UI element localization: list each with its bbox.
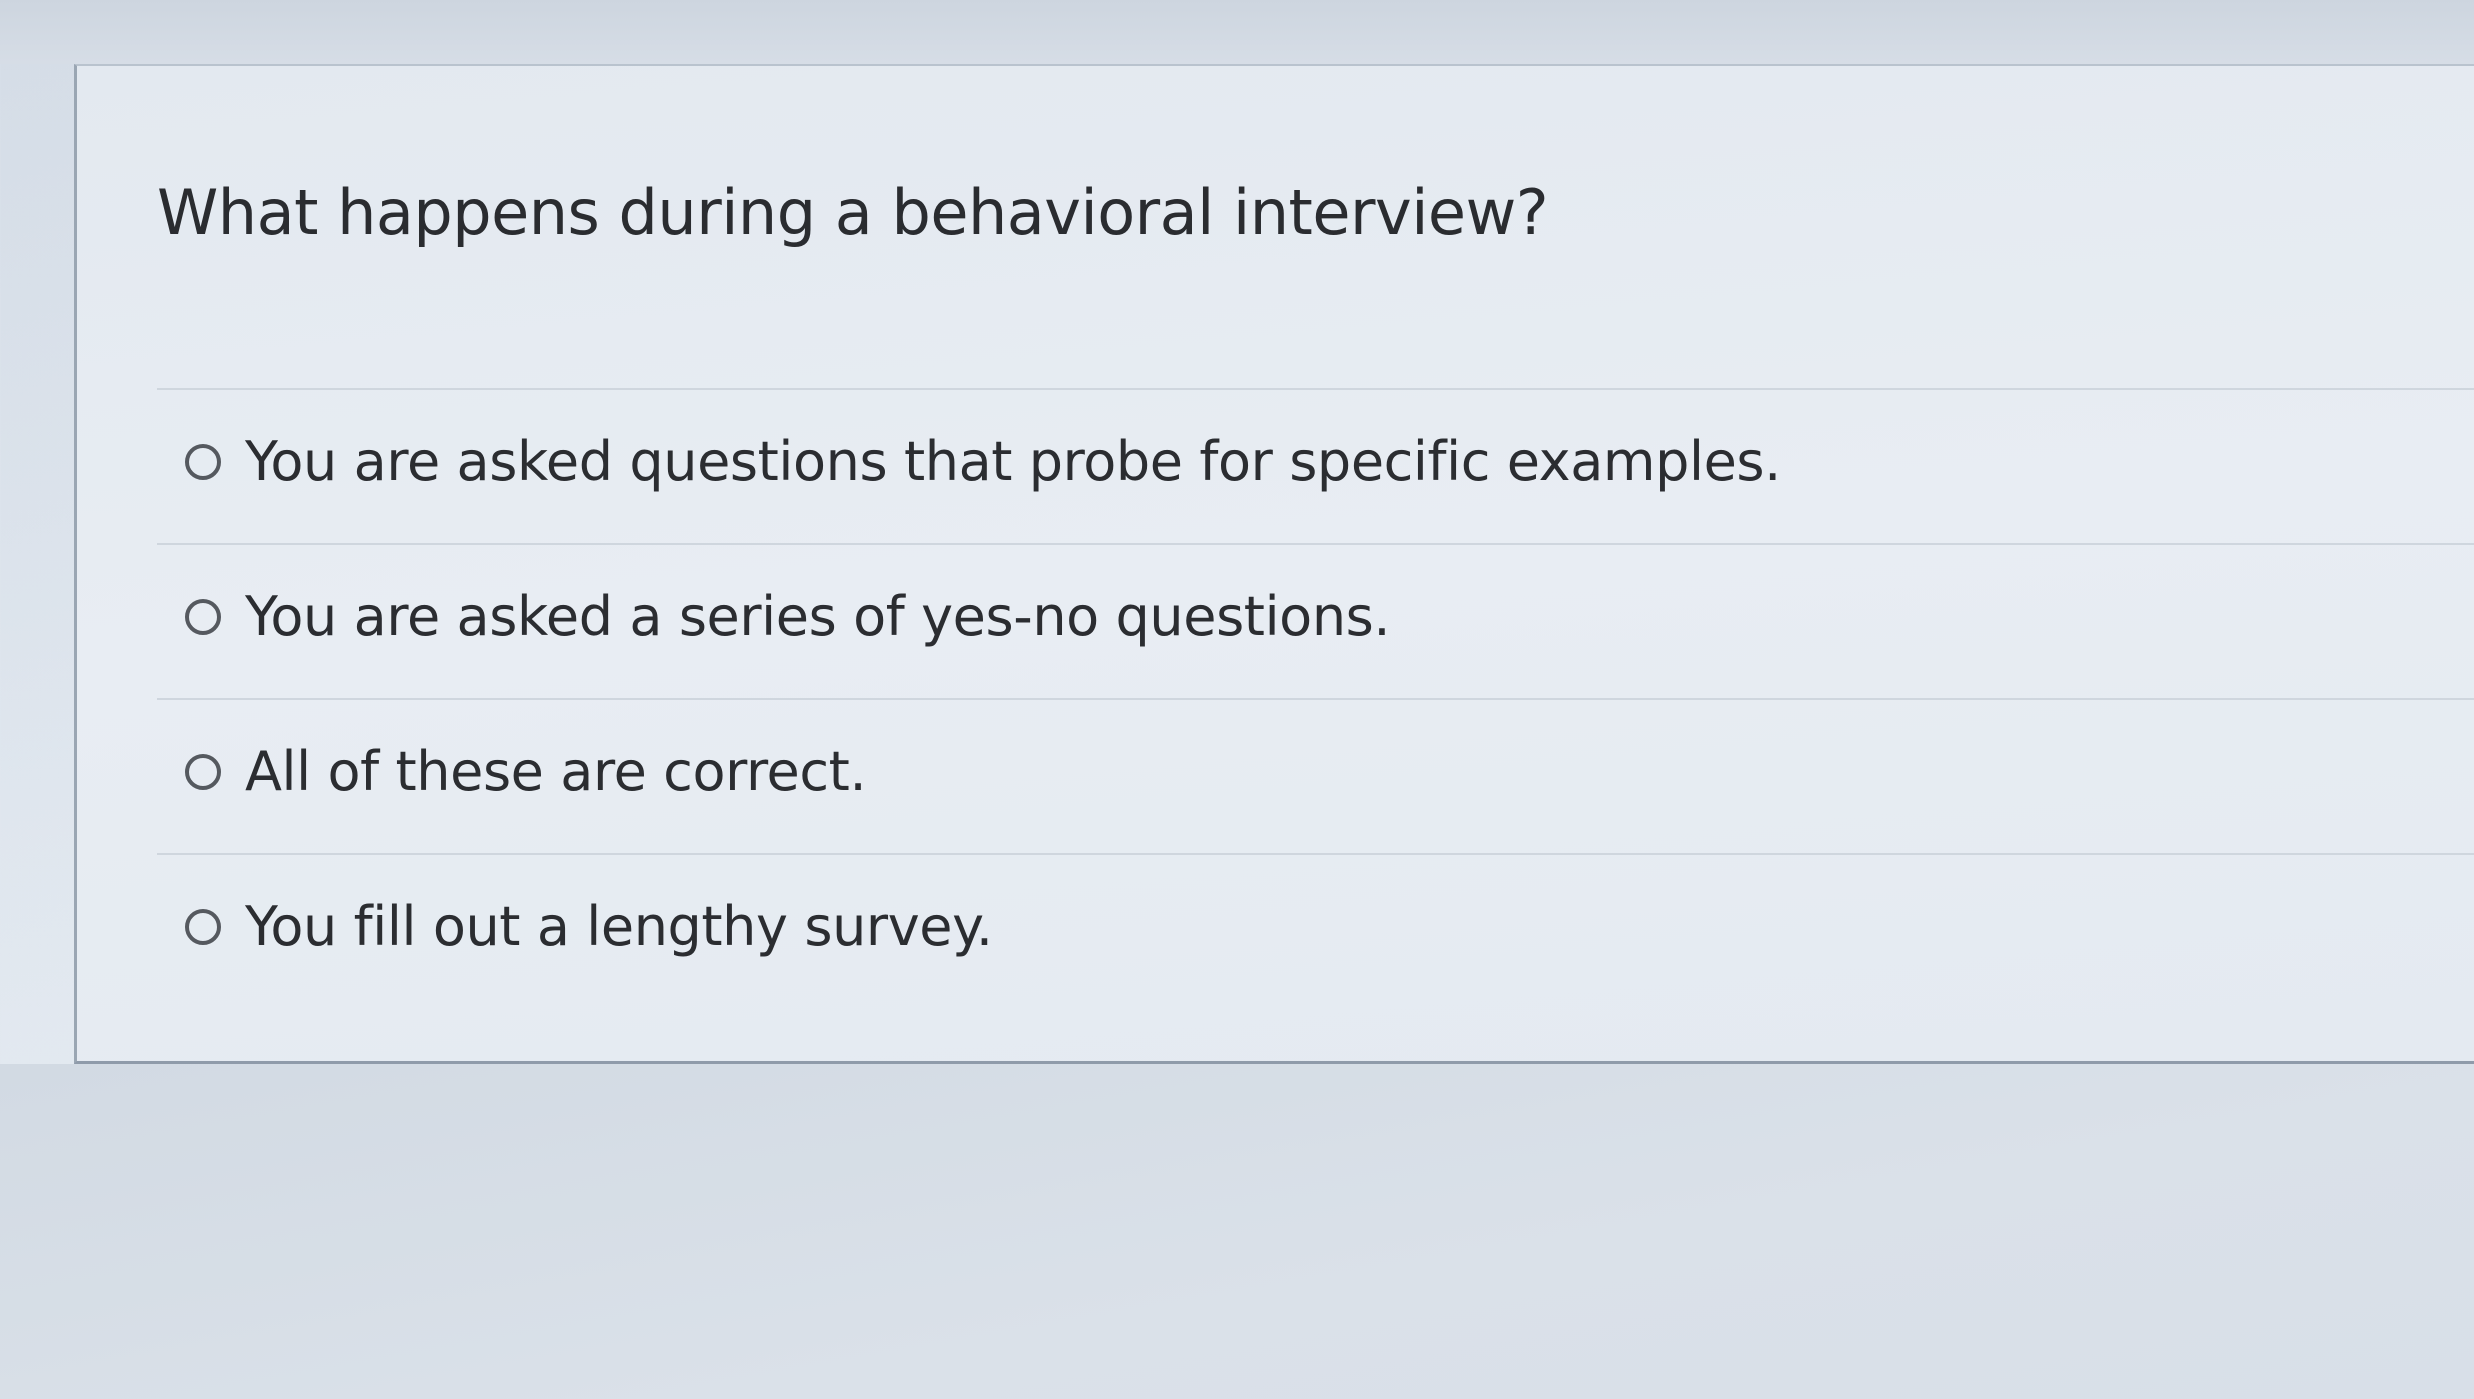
answer-option-3[interactable]: All of these are correct.	[185, 740, 867, 803]
question-text: What happens during a behavioral intervi…	[157, 176, 1549, 249]
radio-unselected-icon[interactable]	[185, 753, 221, 790]
answer-option-1[interactable]: You are asked questions that probe for s…	[185, 430, 1781, 493]
radio-unselected-icon[interactable]	[185, 443, 221, 480]
page-background-bottom	[0, 1064, 2474, 1399]
radio-unselected-icon[interactable]	[185, 908, 221, 945]
answer-label: You are asked questions that probe for s…	[245, 430, 1781, 493]
answer-label: All of these are correct.	[245, 740, 867, 803]
page-header-area	[0, 0, 2474, 64]
answer-option-2[interactable]: You are asked a series of yes-no questio…	[185, 585, 1391, 648]
radio-unselected-icon[interactable]	[185, 598, 221, 635]
answer-option[interactable]: You fill out a lengthy survey.	[157, 853, 2474, 1008]
answer-option-4[interactable]: You fill out a lengthy survey.	[185, 895, 993, 958]
answer-label: You are asked a series of yes-no questio…	[245, 585, 1391, 648]
question-card: What happens during a behavioral intervi…	[74, 64, 2474, 1064]
answer-option[interactable]: You are asked questions that probe for s…	[157, 388, 2474, 543]
answer-option[interactable]: All of these are correct.	[157, 698, 2474, 853]
answer-label: You fill out a lengthy survey.	[245, 895, 993, 958]
answer-list: You are asked questions that probe for s…	[157, 388, 2474, 1008]
answer-option[interactable]: You are asked a series of yes-no questio…	[157, 543, 2474, 698]
